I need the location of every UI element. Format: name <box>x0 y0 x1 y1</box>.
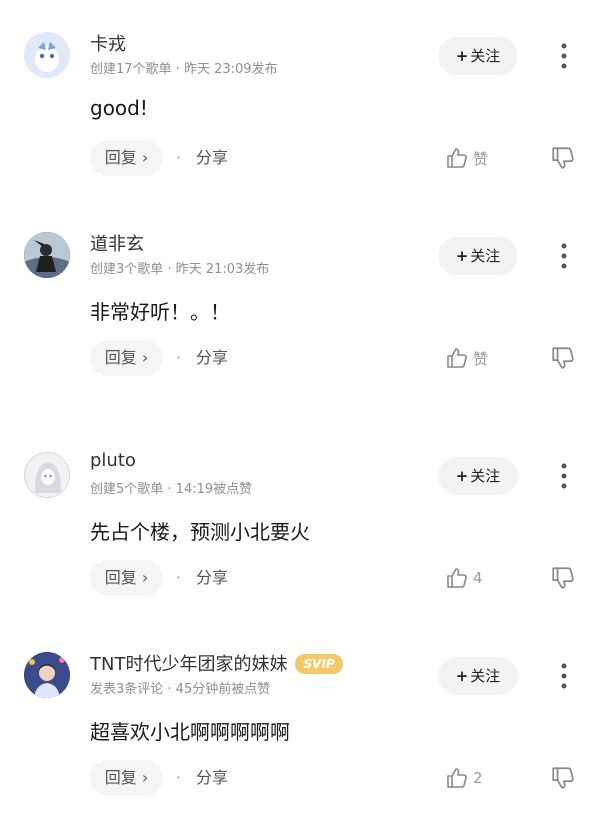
follow-label: 关注 <box>470 667 501 685</box>
comment-text: 非常好听！。！ <box>90 300 230 324</box>
dislike-button[interactable] <box>550 145 576 171</box>
username[interactable]: 卡戎 <box>90 30 126 56</box>
comment-text: 先占个楼，预测小北要火 <box>90 520 310 544</box>
like-count: 2 <box>473 769 483 787</box>
like-count: 4 <box>473 569 483 587</box>
more-options-icon[interactable] <box>552 658 576 694</box>
thumbs-down-icon <box>552 147 574 169</box>
follow-label: 关注 <box>470 247 501 265</box>
more-options-icon[interactable] <box>552 238 576 274</box>
thumbs-down-icon <box>552 347 574 369</box>
share-button[interactable]: 分享 <box>196 560 228 596</box>
comment-item: TNT时代少年团家的妹妹 SVIP 发表3条评论 · 45分钟前被点赞 + 关注 超… <box>0 620 600 820</box>
thumbs-up-icon <box>447 768 467 788</box>
dislike-button[interactable] <box>550 345 576 371</box>
comment-feed: 卡戎 创建17个歌单 · 昨天 23:09发布 + 关注 good! 回复 › ·… <box>0 0 600 840</box>
follow-button[interactable]: + 关注 <box>438 457 518 495</box>
separator-dot: · <box>176 768 182 787</box>
dislike-button[interactable] <box>550 565 576 591</box>
svip-badge: SVIP <box>295 654 343 674</box>
comment-text: 超喜欢小北啊啊啊啊啊 <box>90 720 290 744</box>
username[interactable]: pluto <box>90 450 136 471</box>
comment-meta: 发表3条评论 · 45分钟前被点赞 <box>90 682 271 697</box>
username[interactable]: TNT时代少年团家的妹妹 SVIP <box>90 650 343 676</box>
comment-text: good! <box>90 96 148 120</box>
reply-button[interactable]: 回复 › <box>90 560 163 596</box>
thumbs-up-icon <box>447 148 467 168</box>
like-button[interactable]: 赞 <box>445 343 488 373</box>
separator-dot: · <box>176 148 182 167</box>
avatar[interactable] <box>24 32 70 78</box>
follow-button[interactable]: + 关注 <box>438 237 518 275</box>
like-button[interactable]: 4 <box>445 563 483 593</box>
separator-dot: · <box>176 568 182 587</box>
username[interactable]: 道非玄 <box>90 230 144 256</box>
thumbs-down-icon <box>552 767 574 789</box>
like-count: 赞 <box>473 149 489 168</box>
follow-button[interactable]: + 关注 <box>438 37 518 75</box>
like-count: 赞 <box>473 349 489 368</box>
avatar[interactable] <box>24 652 70 698</box>
follow-label: 关注 <box>470 467 501 485</box>
follow-button[interactable]: + 关注 <box>438 657 518 695</box>
comment-meta: 创建3个歌单 · 昨天 21:03发布 <box>90 262 270 277</box>
username-text: TNT时代少年团家的妹妹 <box>90 654 288 675</box>
more-options-icon[interactable] <box>552 458 576 494</box>
thumbs-down-icon <box>552 567 574 589</box>
share-button[interactable]: 分享 <box>196 340 228 376</box>
share-button[interactable]: 分享 <box>196 140 228 176</box>
comment-item: 卡戎 创建17个歌单 · 昨天 23:09发布 + 关注 good! 回复 › ·… <box>0 0 600 200</box>
avatar[interactable] <box>24 232 70 278</box>
share-button[interactable]: 分享 <box>196 760 228 796</box>
thumbs-up-icon <box>447 348 467 368</box>
separator-dot: · <box>176 348 182 367</box>
dislike-button[interactable] <box>550 765 576 791</box>
more-options-icon[interactable] <box>552 38 576 74</box>
avatar[interactable] <box>24 452 70 498</box>
reply-button[interactable]: 回复 › <box>90 140 163 176</box>
reply-button[interactable]: 回复 › <box>90 340 163 376</box>
like-button[interactable]: 2 <box>445 763 483 793</box>
comment-meta: 创建5个歌单 · 14:19被点赞 <box>90 482 253 497</box>
comment-meta: 创建17个歌单 · 昨天 23:09发布 <box>90 62 278 77</box>
thumbs-up-icon <box>447 568 467 588</box>
follow-label: 关注 <box>470 47 501 65</box>
like-button[interactable]: 赞 <box>445 143 488 173</box>
comment-item: 道非玄 创建3个歌单 · 昨天 21:03发布 + 关注 非常好听！。！ 回复 ›… <box>0 200 600 400</box>
reply-button[interactable]: 回复 › <box>90 760 163 796</box>
comment-item: pluto 创建5个歌单 · 14:19被点赞 + 关注 先占个楼，预测小北要火 … <box>0 420 600 620</box>
